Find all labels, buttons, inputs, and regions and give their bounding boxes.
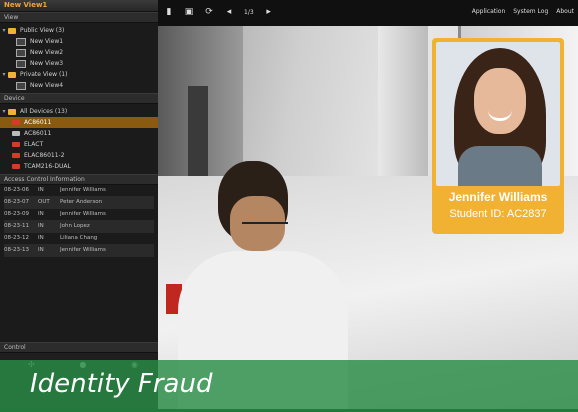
device-label: ELAC86011-2 — [24, 152, 65, 159]
tree-label: Public View (3) — [20, 27, 65, 34]
device-tree: ▾ All Devices (13) AC86011 AC86011 ELACT … — [0, 104, 158, 174]
id-card-popup: Jennifer Williams Student ID: AC2837 — [432, 38, 564, 234]
log-name: Jennifer Williams — [60, 247, 106, 253]
log-row[interactable]: 08-23-07 OUT Peter Anderson — [4, 197, 154, 209]
tree-label: New View3 — [30, 60, 64, 67]
tree-label: New View4 — [30, 82, 64, 89]
log-name: Jennifer Williams — [60, 211, 106, 217]
view-icon — [16, 81, 26, 90]
device-item[interactable]: ELACT — [0, 139, 158, 150]
log-code: IN — [38, 187, 44, 193]
log-name: John Lopez — [60, 223, 90, 229]
log-time: 08-23-06 — [4, 187, 29, 193]
app-window: New View1 View ▾ Public View (3) New View… — [0, 0, 578, 412]
log-row[interactable]: 08-23-09 IN Jennifer Williams — [4, 209, 154, 221]
log-row[interactable]: 08-23-11 IN John Lopez — [4, 221, 154, 233]
camera-icon — [12, 153, 20, 158]
photo-shirt — [458, 146, 542, 186]
photo-face — [474, 68, 526, 134]
tree-folder-all-devices[interactable]: ▾ All Devices (13) — [0, 106, 158, 117]
folder-icon — [8, 27, 16, 34]
panel-title: New View1 — [0, 0, 158, 12]
next-page-icon[interactable]: ▸ — [264, 7, 274, 17]
toolbar-right: Application System Log About — [472, 8, 574, 15]
device-item[interactable]: AC86011 — [0, 117, 158, 128]
log-row[interactable]: 08-23-12 IN Liliana Chang — [4, 233, 154, 245]
snapshot-icon[interactable]: ▣ — [184, 7, 194, 17]
caption-text: Identity Fraud — [30, 369, 213, 399]
expand-icon[interactable]: ▾ — [0, 69, 8, 80]
page-indicator: 1/3 — [244, 8, 254, 16]
folder-icon — [8, 71, 16, 78]
log-time: 08-23-09 — [4, 211, 29, 217]
device-item[interactable]: AC86011 — [0, 128, 158, 139]
device-label: ELACT — [24, 141, 44, 148]
log-code: IN — [38, 211, 44, 217]
tree-folder-private[interactable]: ▾ Private View (1) — [0, 69, 158, 80]
expand-icon[interactable]: ▾ — [0, 25, 8, 36]
access-section-header[interactable]: Access Control Information — [0, 174, 158, 185]
log-row[interactable]: 08-23-06 IN Jennifer Williams — [4, 185, 154, 197]
toolbar: ▮ ▣ ⟳ ◂ 1/3 ▸ Application System Log Abo… — [158, 0, 578, 26]
tree-folder-public[interactable]: ▾ Public View (3) — [0, 25, 158, 36]
view-icon — [16, 48, 26, 57]
expand-icon[interactable]: ▾ — [0, 106, 8, 117]
log-time: 08-23-11 — [4, 223, 29, 229]
device-label: TCAM216-DUAL — [24, 163, 71, 170]
log-name: Liliana Chang — [60, 235, 98, 241]
person-glasses — [242, 222, 288, 230]
log-time: 08-23-12 — [4, 235, 29, 241]
id-name: Jennifer Williams — [448, 190, 548, 204]
tree-view-item[interactable]: New View3 — [0, 58, 158, 69]
device-item[interactable]: ELAC86011-2 — [0, 150, 158, 161]
application-link[interactable]: Application — [472, 8, 506, 15]
view-icon — [16, 59, 26, 68]
log-row[interactable]: 08-23-13 IN Jennifer Williams — [4, 245, 154, 257]
caption-banner: Identity Fraud — [0, 360, 578, 412]
log-name: Peter Anderson — [60, 199, 103, 205]
sidebar: New View1 View ▾ Public View (3) New View… — [0, 0, 158, 412]
layout-icon[interactable]: ▮ — [164, 7, 174, 17]
view-icon — [16, 37, 26, 46]
system-log-link[interactable]: System Log — [513, 8, 548, 15]
log-code: IN — [38, 247, 44, 253]
device-label: AC86011 — [24, 119, 52, 126]
access-log: 08-23-06 IN Jennifer Williams 08-23-07 OUT P… — [4, 185, 154, 257]
device-label: AC86011 — [24, 130, 52, 137]
tree-view-item[interactable]: New View2 — [0, 47, 158, 58]
camera-icon — [12, 142, 20, 147]
device-item[interactable]: TCAM216-DUAL — [0, 161, 158, 172]
toolbar-left: ▮ ▣ ⟳ ◂ 1/3 ▸ — [164, 7, 274, 17]
view-tree: ▾ Public View (3) New View1 New View2 New… — [0, 23, 158, 93]
tree-label: New View1 — [30, 38, 64, 45]
prev-page-icon[interactable]: ◂ — [224, 7, 234, 17]
camera-icon — [12, 120, 20, 125]
view-section-header[interactable]: View — [0, 12, 158, 23]
tree-label: All Devices (13) — [20, 108, 68, 115]
control-section-header[interactable]: Control — [0, 342, 158, 353]
log-code: OUT — [38, 199, 50, 205]
id-student-number: Student ID: AC2837 — [449, 208, 547, 220]
tree-view-item[interactable]: New View4 — [0, 80, 158, 91]
tree-label: Private View (1) — [20, 71, 68, 78]
log-time: 08-23-07 — [4, 199, 29, 205]
id-photo — [436, 42, 560, 186]
log-time: 08-23-13 — [4, 247, 29, 253]
log-code: IN — [38, 235, 44, 241]
device-section-header[interactable]: Device — [0, 93, 158, 104]
about-link[interactable]: About — [556, 8, 574, 15]
log-code: IN — [38, 223, 44, 229]
camera-icon — [12, 164, 20, 169]
tree-label: New View2 — [30, 49, 64, 56]
folder-icon — [8, 108, 16, 115]
sync-icon[interactable]: ⟳ — [204, 7, 214, 17]
camera-icon — [12, 131, 20, 136]
log-name: Jennifer Williams — [60, 187, 106, 193]
tree-view-item[interactable]: New View1 — [0, 36, 158, 47]
